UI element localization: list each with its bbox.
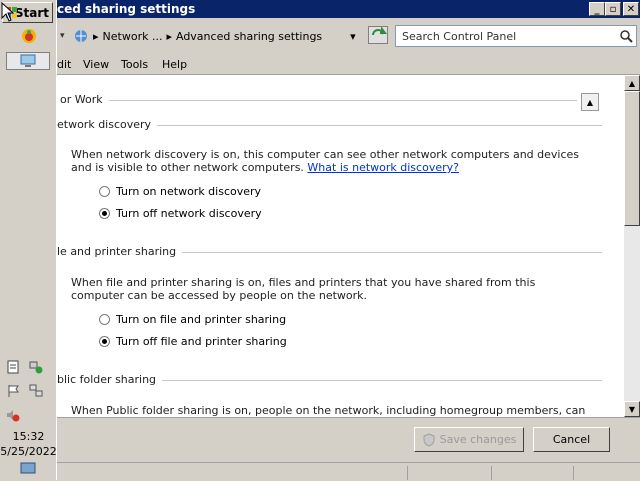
cancel-label: Cancel (552, 433, 591, 446)
save-changes-button[interactable]: Save changes (414, 427, 524, 452)
settings-content: or Work ▲ etwork discovery When network … (57, 75, 624, 417)
address-arrow-icon[interactable]: ▸ (166, 30, 172, 43)
app-icon[interactable] (21, 28, 37, 44)
profile-title: or Work (60, 93, 109, 106)
network-folder-icon (75, 30, 87, 42)
menu-help[interactable]: Help (162, 58, 187, 71)
volume-muted-icon[interactable] (6, 408, 20, 422)
divider (157, 125, 602, 126)
window-title: ced sharing settings (57, 2, 196, 16)
restore-button[interactable]: ▫ (605, 2, 621, 16)
menu-tools[interactable]: Tools (121, 58, 148, 71)
show-desktop-icon[interactable] (20, 462, 36, 474)
footer-bar: Save changes Cancel (57, 417, 640, 463)
title-bar[interactable]: ced sharing settings _ ▫ ✕ (57, 0, 640, 18)
control-panel-window: ced sharing settings _ ▫ ✕ ▾ ▸ Network .… (57, 0, 640, 481)
scroll-down-button[interactable]: ▼ (624, 401, 640, 417)
radio-button-selected[interactable] (99, 336, 110, 347)
divider (172, 252, 602, 253)
flag-icon[interactable] (6, 384, 20, 398)
network-discovery-title: etwork discovery (57, 118, 158, 131)
scroll-up-button[interactable]: ▲ (624, 75, 640, 91)
network-icon[interactable] (29, 384, 43, 398)
search-input[interactable]: Search Control Panel (395, 25, 637, 47)
divider (107, 100, 577, 101)
start-label: Start (14, 5, 49, 20)
radio-turn-off-file-printer-sharing[interactable]: Turn off file and printer sharing (99, 335, 287, 348)
taskbar: Start 15:32 5/25/2022 (0, 0, 58, 480)
file-printer-description: When file and printer sharing is on, fil… (71, 276, 536, 302)
status-separator (491, 466, 492, 480)
network-discovery-description: When network discovery is on, this compu… (71, 148, 591, 174)
scroll-thumb[interactable] (624, 91, 640, 226)
radio-button-selected[interactable] (99, 208, 110, 219)
document-icon[interactable] (6, 360, 20, 374)
search-placeholder: Search Control Panel (402, 30, 517, 43)
address-arrow-icon[interactable]: ▸ (93, 30, 99, 43)
address-bar[interactable]: ▸ Network ... ▸ Advanced sharing setting… (73, 25, 363, 47)
public-folder-description: When Public folder sharing is on, people… (71, 404, 586, 417)
status-separator (573, 466, 574, 480)
file-printer-sharing-title: le and printer sharing (57, 245, 183, 258)
menu-edit[interactable]: dit (57, 58, 71, 71)
public-folder-sharing-title: blic folder sharing (57, 373, 163, 386)
radio-label: Turn off file and printer sharing (116, 335, 287, 348)
minimize-button[interactable]: _ (589, 2, 605, 16)
shield-icon (423, 432, 435, 447)
radio-turn-on-file-printer-sharing[interactable]: Turn on file and printer sharing (99, 313, 286, 326)
vertical-scrollbar[interactable]: ▲ ▼ (624, 75, 640, 417)
mouse-cursor-icon (1, 2, 15, 22)
address-dropdown-icon[interactable]: ▾ (350, 30, 356, 43)
radio-label: Turn on file and printer sharing (116, 313, 287, 326)
network-discovery-help-link[interactable]: What is network discovery? (307, 161, 459, 174)
cancel-button[interactable]: Cancel (533, 427, 610, 452)
radio-button[interactable] (99, 314, 110, 325)
radio-label: Turn on network discovery (116, 185, 262, 198)
divider (160, 380, 602, 381)
refresh-button[interactable] (368, 26, 388, 44)
monitor-icon (20, 54, 36, 67)
radio-turn-off-network-discovery[interactable]: Turn off network discovery (99, 207, 262, 220)
address-segment-current[interactable]: Advanced sharing settings (176, 30, 322, 43)
close-button[interactable]: ✕ (623, 2, 639, 16)
menu-bar: dit View Tools Help (57, 56, 640, 75)
taskbar-window-button[interactable] (6, 52, 50, 70)
status-separator (407, 466, 408, 480)
collapse-button[interactable]: ▲ (581, 93, 599, 111)
status-bar (57, 462, 640, 481)
menu-view[interactable]: View (83, 58, 109, 71)
clock-date[interactable]: 5/25/2022 (0, 445, 57, 458)
radio-turn-on-network-discovery[interactable]: Turn on network discovery (99, 185, 261, 198)
refresh-icon (372, 26, 387, 36)
clock-time[interactable]: 15:32 (0, 430, 57, 443)
radio-button[interactable] (99, 186, 110, 197)
address-segment-network[interactable]: Network ... (103, 30, 163, 43)
address-toolbar: ▾ ▸ Network ... ▸ Advanced sharing setti… (57, 18, 640, 56)
search-icon[interactable] (618, 28, 634, 44)
network-check-icon[interactable] (29, 360, 43, 374)
history-dropdown-icon[interactable]: ▾ (60, 31, 65, 41)
radio-label: Turn off network discovery (116, 207, 262, 220)
save-label: Save changes (439, 433, 517, 446)
